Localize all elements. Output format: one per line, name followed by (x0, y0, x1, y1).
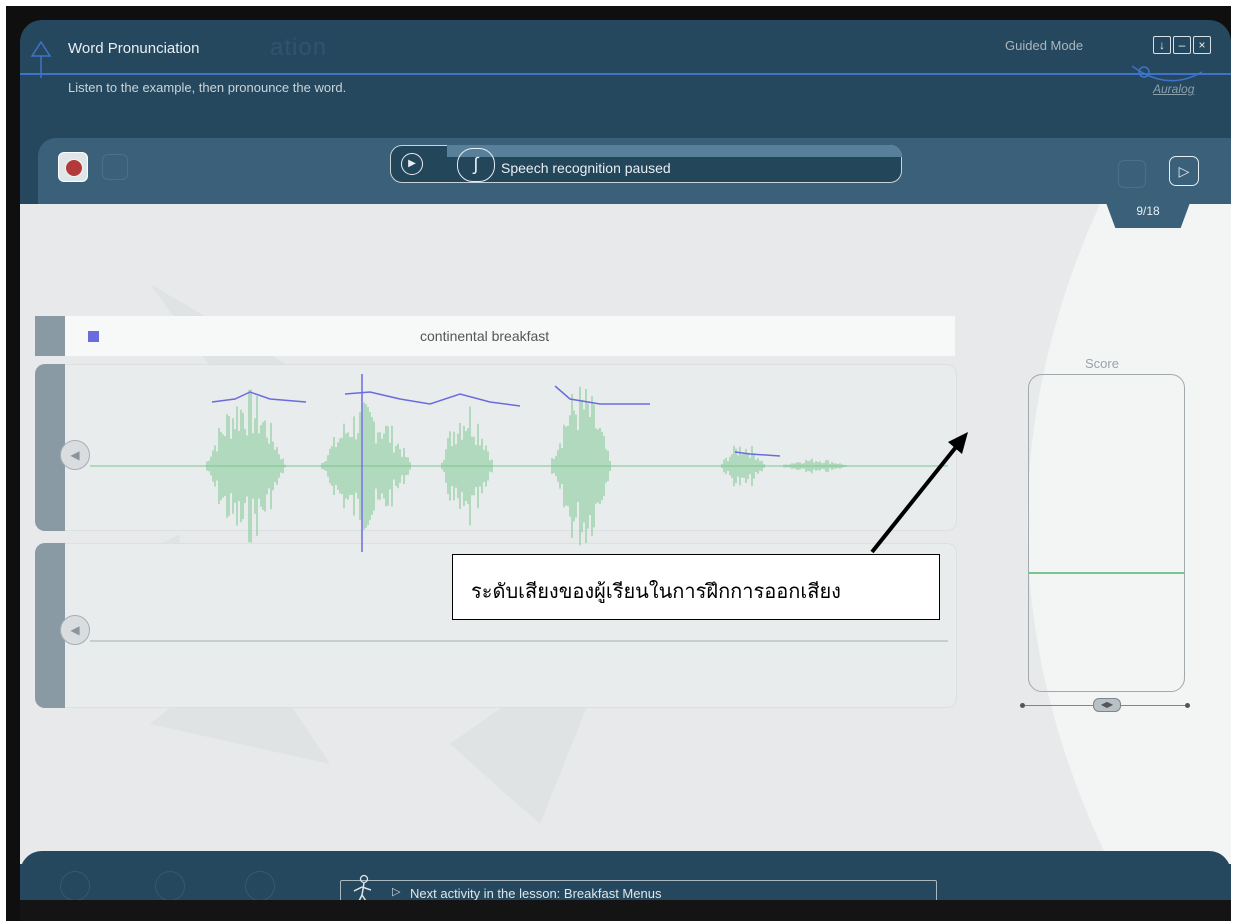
header-triangle-icon (30, 40, 52, 78)
mode-label: Guided Mode (1005, 38, 1084, 53)
home-icon (60, 871, 90, 901)
toolbar: ▶ ∫ Speech recognition paused ▷ (38, 138, 1231, 204)
tool-icon (245, 871, 275, 901)
app-window: ation Word Pronunciation Listen to the e… (20, 20, 1231, 921)
next-button[interactable]: ▷ (1169, 156, 1199, 186)
speech-recognition-icon[interactable]: ∫ (457, 148, 495, 182)
close-button[interactable]: × (1193, 36, 1211, 54)
slider-knob[interactable]: ◀▶ (1093, 698, 1121, 712)
header-divider (20, 73, 1231, 75)
speech-recognition-bar: ▶ ∫ Speech recognition paused (390, 145, 902, 183)
minimize-button[interactable]: – (1173, 36, 1191, 54)
audio-icon (155, 871, 185, 901)
play-icon[interactable]: ▶ (401, 153, 423, 175)
footer-base (20, 900, 1231, 921)
record-icon (65, 159, 83, 177)
score-meter (1028, 374, 1185, 692)
previous-button (1118, 160, 1146, 188)
download-button[interactable]: ↓ (1153, 36, 1171, 54)
exercise-area: continental breakfast ◀ ◀ Score ◀▶ (20, 204, 1231, 864)
title-ghost: ation (270, 34, 328, 61)
score-threshold-line (1028, 572, 1184, 574)
annotation-text: ระดับเสียงของผู้เรียนในการฝึกการออกเสียง (471, 579, 841, 603)
waveform-canvas (90, 374, 948, 642)
page-counter: 9/18 (1105, 200, 1191, 228)
speech-status: Speech recognition paused (501, 160, 671, 176)
difficulty-slider[interactable]: ◀▶ (1020, 698, 1190, 712)
play-small-icon: ▷ (392, 886, 401, 898)
next-activity-label: Next activity in the lesson: Breakfast M… (410, 886, 662, 901)
page-title: Word Pronunciation (68, 40, 200, 57)
logo: Auralog (1153, 82, 1195, 96)
annotation-arrow-icon (870, 432, 968, 554)
disabled-tool-button (102, 154, 128, 180)
record-button[interactable] (58, 152, 88, 182)
instructions: Listen to the example, then pronounce th… (68, 80, 347, 95)
pitch-contour (211, 385, 781, 457)
score-label: Score (1085, 356, 1119, 371)
annotation-box: ระดับเสียงของผู้เรียนในการฝึกการออกเสียง (452, 554, 940, 620)
window-frame: ation Word Pronunciation Listen to the e… (6, 6, 1231, 921)
speech-bar-highlight (447, 145, 902, 157)
